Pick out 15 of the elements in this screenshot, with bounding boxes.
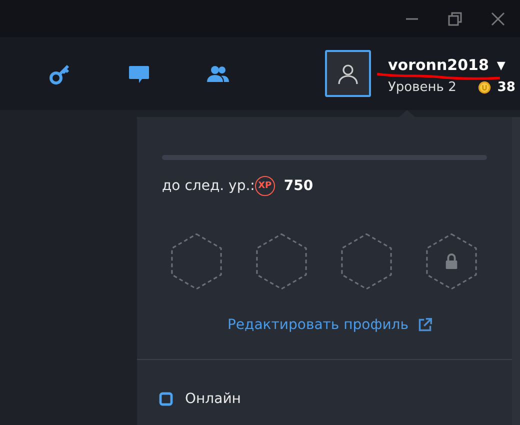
square-icon (159, 392, 173, 406)
caret-icon[interactable]: ▼ (496, 58, 506, 72)
next-level-label: до след. ур.: (162, 178, 255, 194)
level-label: Уровень 2 (388, 80, 456, 95)
coin-count: 38 (497, 80, 516, 95)
restore-icon[interactable] (447, 10, 463, 26)
external-link-icon[interactable] (418, 318, 432, 332)
edit-profile-link[interactable]: Редактировать профиль (227, 317, 409, 333)
xp-badge: XP (254, 176, 275, 196)
xp-amount: 750 (284, 178, 314, 194)
status-item[interactable]: Онлайн (159, 391, 512, 407)
coin-icon (478, 81, 492, 94)
username[interactable]: voronn2018 (388, 56, 489, 74)
close-icon[interactable] (490, 10, 506, 26)
avatar-button[interactable] (325, 50, 371, 97)
